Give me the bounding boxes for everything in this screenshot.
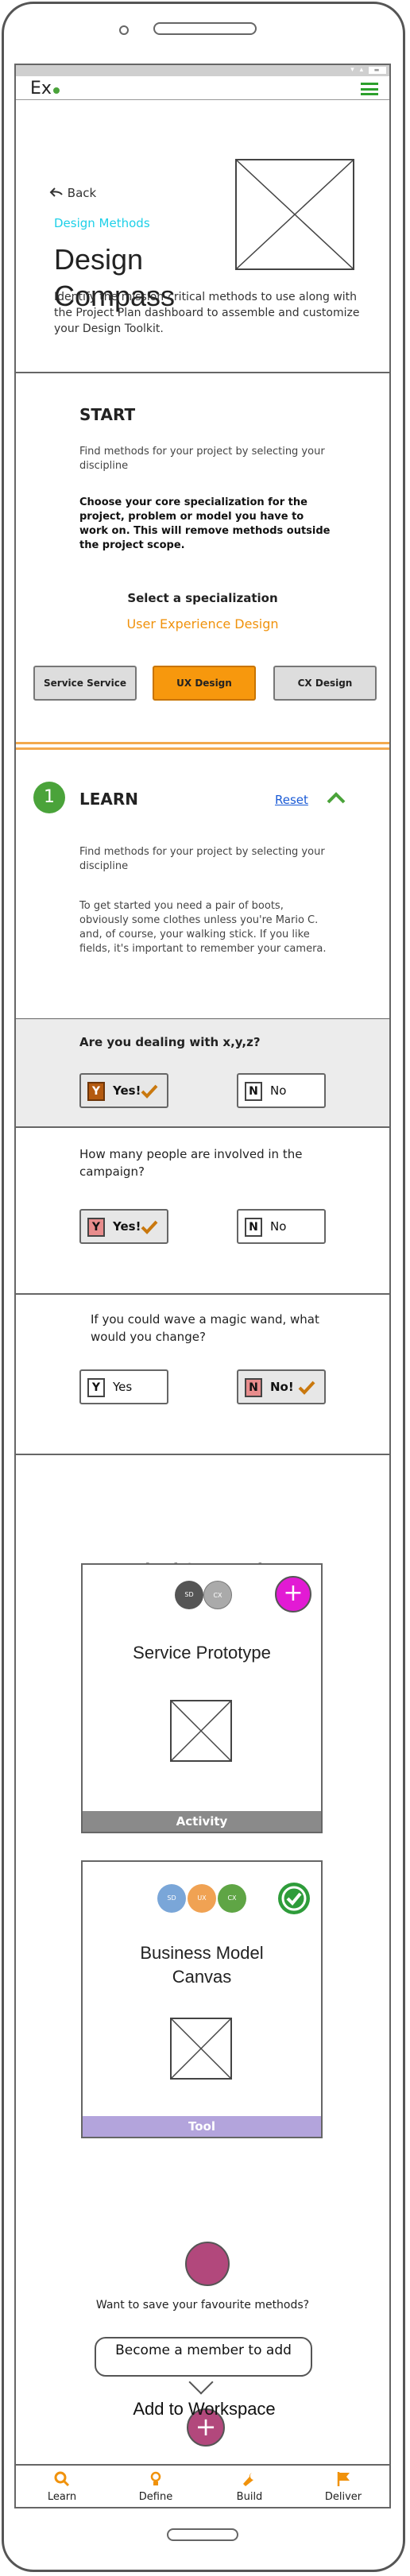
method-type-footer: Activity xyxy=(83,1811,321,1832)
tab-label: Deliver xyxy=(324,2491,362,2503)
start-heading: START xyxy=(79,405,136,424)
breadcrumb[interactable]: Design Methods xyxy=(54,216,150,230)
start-description: Find methods for your project by selecti… xyxy=(79,446,325,472)
question-block-3: If you could wave a magic wand, what wou… xyxy=(16,1295,389,1517)
no-option[interactable]: N No xyxy=(237,1073,326,1108)
method-card-title: Business Model Canvas xyxy=(83,1941,321,1989)
tab-deliver[interactable]: Deliver xyxy=(311,2470,375,2503)
method-added-check-icon[interactable] xyxy=(278,1883,310,1914)
yes-label: Yes! xyxy=(113,1219,141,1234)
method-image-placeholder xyxy=(170,2018,232,2080)
favourites-circle xyxy=(185,2242,230,2286)
hamburger-menu-icon[interactable] xyxy=(361,83,378,95)
logo[interactable]: Ex xyxy=(30,79,60,98)
no-label: No! xyxy=(270,1380,294,1394)
no-key: N xyxy=(245,1218,262,1237)
no-option[interactable]: N No xyxy=(237,1209,326,1244)
checkmark-icon xyxy=(297,1377,316,1396)
camera-icon xyxy=(119,25,129,35)
question-text: How many people are involved in the camp… xyxy=(79,1147,303,1179)
discipline-chip-cx: CX xyxy=(203,1581,232,1609)
no-label: No xyxy=(270,1083,287,1098)
search-icon xyxy=(30,2470,94,2488)
add-to-workspace-label: Add to Workspace xyxy=(133,2399,276,2419)
question-block-1: Are you dealing with x,y,z? Y Yes! N No xyxy=(16,1019,389,1127)
discipline-chip-cx: CX xyxy=(218,1884,246,1913)
method-card-title-line1: Business Model xyxy=(140,1943,264,1963)
battery-icon: ▬ xyxy=(369,67,386,74)
specialization-button-ux[interactable]: UX Design xyxy=(153,666,256,701)
tab-label: Build xyxy=(236,2491,263,2503)
no-key: N xyxy=(245,1082,262,1101)
reset-link[interactable]: Reset xyxy=(275,793,308,807)
add-method-button[interactable]: + xyxy=(275,1576,311,1612)
tab-define[interactable]: Define xyxy=(124,2470,188,2503)
flag-icon xyxy=(311,2470,375,2488)
back-link[interactable]: Back xyxy=(49,186,96,200)
yes-option[interactable]: Y Yes! xyxy=(79,1209,168,1244)
screen: ▾ ▴ ▬ Ex Back Design Methods Design Comp… xyxy=(14,64,391,2508)
tab-learn[interactable]: Learn xyxy=(30,2470,94,2503)
learn-heading: LEARN xyxy=(79,790,139,809)
divider xyxy=(16,372,389,373)
bottom-tab-bar: Learn Define Build Deliver xyxy=(16,2464,389,2507)
method-image-placeholder xyxy=(170,1700,232,1762)
checkmark-icon xyxy=(140,1217,159,1236)
discipline-chip-ux: UX xyxy=(188,1884,216,1913)
step-number-badge: 1 xyxy=(33,782,65,813)
no-key: N xyxy=(245,1378,262,1397)
start-instruction: Choose your core specialization for the … xyxy=(79,496,331,551)
status-bar: ▾ ▴ ▬ xyxy=(16,65,389,76)
discipline-chip-sd: SD xyxy=(175,1581,203,1609)
yes-option[interactable]: Y Yes xyxy=(79,1369,168,1404)
back-arrow-icon xyxy=(49,187,63,197)
method-card[interactable]: SD UX CX Business Model Canvas Tool xyxy=(81,1860,323,2138)
speaker-grille xyxy=(153,22,257,35)
chevron-up-icon[interactable] xyxy=(326,788,346,809)
divider xyxy=(16,1454,389,1455)
logo-dot xyxy=(52,87,60,94)
question-text: Are you dealing with x,y,z? xyxy=(79,1035,261,1049)
tab-label: Learn xyxy=(47,2491,77,2503)
save-question: Want to save your favourite methods? xyxy=(95,2299,310,2311)
logo-text: Ex xyxy=(30,79,52,98)
page-intro: Identify the mission-critical methods to… xyxy=(54,291,360,335)
status-icons: ▾ ▴ ▬ xyxy=(350,66,386,74)
no-option[interactable]: N No! xyxy=(237,1369,326,1404)
yes-key: Y xyxy=(87,1082,105,1101)
specialization-button-service[interactable]: Service Service xyxy=(33,666,137,701)
question-text: If you could wave a magic wand, what wou… xyxy=(91,1312,319,1344)
learn-body: To get started you need a pair of boots,… xyxy=(79,900,327,955)
yes-label: Yes! xyxy=(113,1083,141,1098)
section-separator xyxy=(16,742,389,750)
yes-key: Y xyxy=(87,1378,105,1397)
member-tooltip: Become a member to add xyxy=(95,2337,312,2377)
page-title-line1: Design xyxy=(54,243,144,276)
hero-image-placeholder xyxy=(235,159,354,270)
wrench-icon xyxy=(218,2470,281,2488)
method-card[interactable]: SD CX + Service Prototype Activity xyxy=(81,1563,323,1833)
method-card-title-line2: Canvas xyxy=(172,1967,232,1987)
discipline-chip-sd: SD xyxy=(157,1884,186,1913)
selected-specialization: User Experience Design xyxy=(126,616,279,631)
no-label: No xyxy=(270,1219,287,1234)
specialization-button-cx[interactable]: CX Design xyxy=(273,666,377,701)
back-label: Back xyxy=(67,186,97,200)
learn-description: Find methods for your project by selecti… xyxy=(79,846,325,872)
tab-build[interactable]: Build xyxy=(218,2470,281,2503)
checkmark-icon xyxy=(140,1081,159,1100)
lightbulb-icon xyxy=(124,2470,188,2488)
yes-key: Y xyxy=(87,1218,105,1237)
home-button[interactable] xyxy=(167,2528,238,2541)
yes-option[interactable]: Y Yes! xyxy=(79,1073,168,1108)
select-specialization-label: Select a specialization xyxy=(127,591,278,605)
tab-label: Define xyxy=(138,2491,173,2503)
method-type-footer: Tool xyxy=(83,2116,321,2137)
top-bar: Ex xyxy=(16,76,389,100)
yes-label: Yes xyxy=(113,1380,133,1394)
method-card-title: Service Prototype xyxy=(133,1643,271,1663)
